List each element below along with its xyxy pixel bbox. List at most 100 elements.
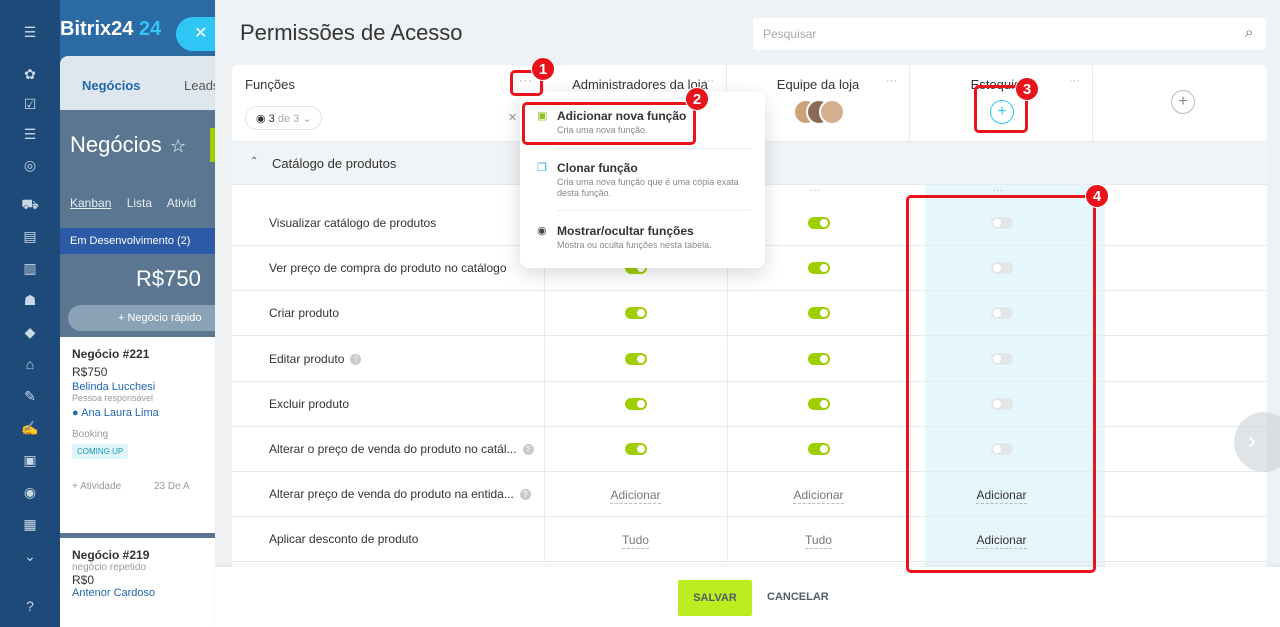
permission-toggle-on[interactable]: [624, 397, 647, 410]
quick-deal-button[interactable]: + Negócio rápido: [68, 305, 220, 331]
tab-negocios[interactable]: Negócios: [82, 78, 141, 93]
permission-value-link[interactable]: Tudo: [544, 533, 727, 550]
permission-label: Ver preço de compra do produto no catálo…: [269, 261, 507, 276]
nav-docs-icon[interactable]: ▣: [20, 450, 40, 470]
role-more-icon[interactable]: ···: [1069, 75, 1080, 87]
nav-team-icon[interactable]: ▦: [20, 514, 40, 534]
copy-icon: ❐: [537, 162, 547, 174]
permission-toggle-on[interactable]: [807, 307, 830, 320]
permission-toggle-on[interactable]: [624, 352, 647, 365]
permission-toggle-on[interactable]: [807, 443, 830, 455]
avatar: [819, 99, 845, 125]
chevron-up-icon[interactable]: ⌃: [250, 156, 258, 167]
view-kanban[interactable]: Kanban: [70, 196, 111, 210]
nav-shop-icon[interactable]: ⛟: [20, 194, 40, 214]
page-title: Permissões de Acesso: [240, 20, 463, 45]
permission-cell: Adicionar: [544, 472, 727, 517]
permission-label: Criar produto: [269, 306, 340, 321]
deal-amount: R$750: [72, 365, 108, 379]
brand-logo: Bitrix24 24: [60, 18, 162, 40]
menu-item-title[interactable]: Mostrar/ocultar funções: [557, 224, 694, 238]
footer-bar: SALVAR CANCELAR: [215, 567, 1280, 627]
annotation-number-3: 3: [1015, 77, 1039, 101]
role-name[interactable]: Equipe da loja: [727, 77, 909, 92]
cancel-button[interactable]: CANCELAR: [767, 591, 829, 603]
close-slider-button[interactable]: ✕: [176, 17, 218, 51]
permission-cell: Tudo: [727, 517, 910, 562]
add-activity-link[interactable]: + Atividade: [72, 481, 121, 492]
deal-card[interactable]: Negócio #221 R$750 Belinda Lucchesi Pess…: [60, 337, 220, 533]
status-badge: COMING UP: [72, 444, 129, 459]
help-icon[interactable]: ?: [522, 444, 534, 455]
nav-sign-icon[interactable]: ✎: [20, 386, 40, 406]
menu-item-description: Cria uma nova função que é uma cópia exa…: [557, 177, 739, 198]
eye-icon: ◉: [537, 225, 547, 237]
table-row: Editar produto?: [232, 336, 1267, 382]
role-members-avatars[interactable]: [793, 99, 845, 125]
nav-bank-icon[interactable]: ⌂: [20, 354, 40, 374]
page-title: Negócios: [70, 132, 162, 157]
permission-cell: Tudo: [544, 517, 727, 562]
permission-value-link[interactable]: Adicionar: [727, 488, 910, 505]
nav-crm-icon[interactable]: ☰: [20, 124, 40, 144]
star-icon[interactable]: ☆: [170, 136, 186, 157]
nav-box-icon[interactable]: ◆: [20, 322, 40, 342]
deal-title[interactable]: Negócio #221: [72, 347, 208, 361]
view-list[interactable]: Lista: [127, 196, 152, 210]
permission-toggle-on[interactable]: [807, 262, 830, 275]
nav-activity-icon[interactable]: ✿: [20, 64, 40, 84]
deal-source: Booking: [72, 429, 109, 440]
nav-edit-icon[interactable]: ✍: [20, 418, 40, 438]
permission-label: Visualizar catálogo de produtos: [269, 216, 437, 230]
search-icon[interactable]: ⌕: [1245, 24, 1253, 41]
menu-icon[interactable]: ☰: [20, 22, 40, 42]
role-more-icon[interactable]: ···: [886, 75, 897, 87]
deal-contact[interactable]: Belinda Lucchesi: [72, 381, 208, 393]
permission-toggle-on[interactable]: [624, 307, 647, 320]
roles-visibility-pill[interactable]: ◉ 3 de 3 ⌄: [245, 106, 322, 130]
menu-item-title[interactable]: Clonar função: [557, 161, 638, 175]
permission-toggle-on[interactable]: [807, 217, 830, 229]
annotation-number-2: 2: [685, 87, 709, 111]
nav-robot-icon[interactable]: ☗: [20, 290, 40, 310]
permission-label: Alterar o preço de venda do produto no c…: [269, 442, 534, 456]
search-input[interactable]: Pesquisar: [753, 18, 1266, 50]
more-icon[interactable]: ···: [810, 185, 820, 196]
deal-title[interactable]: Negócio #219: [72, 548, 208, 562]
collapse-icon[interactable]: ✕: [508, 111, 517, 124]
permission-toggle-on[interactable]: [807, 352, 830, 365]
permission-cell: [727, 337, 910, 382]
annotation-box-2: [522, 102, 696, 145]
permission-cell: [544, 382, 727, 427]
permission-value-link[interactable]: Adicionar: [544, 488, 727, 505]
roles-label: Funções: [245, 77, 295, 92]
responsible-person[interactable]: ● Ana Laura Lima: [72, 407, 208, 419]
permission-cell: [727, 382, 910, 427]
chevron-right-icon: ›: [1248, 427, 1256, 454]
nav-contacts-icon[interactable]: ▤: [20, 226, 40, 246]
permission-toggle-on[interactable]: [807, 397, 830, 410]
nav-tasks-icon[interactable]: ☑: [20, 94, 40, 114]
nav-more-icon[interactable]: ⌄: [20, 546, 40, 566]
help-icon[interactable]: ?: [350, 353, 362, 365]
permission-value-link[interactable]: Tudo: [727, 533, 910, 550]
nav-analytics-icon[interactable]: ▥: [20, 258, 40, 278]
help-icon[interactable]: ?: [519, 489, 531, 501]
permission-label: Excluir produto: [269, 396, 350, 411]
role-more-icon[interactable]: ···: [703, 75, 714, 87]
view-activities[interactable]: Ativid: [167, 196, 196, 210]
save-button[interactable]: SALVAR: [678, 580, 752, 616]
deal-contact[interactable]: Antenor Cardoso: [72, 587, 208, 599]
permission-cell: [727, 427, 910, 472]
annotation-number-4: 4: [1085, 184, 1109, 208]
deal-card[interactable]: Negócio #219 negócio repetido R$0 Anteno…: [60, 538, 220, 627]
table-row: Criar produto: [232, 291, 1267, 337]
nav-circle-icon[interactable]: ◉: [20, 482, 40, 502]
permission-cell: [544, 427, 727, 472]
menu-item-description: Mostra ou oculta funções nesta tabela.: [557, 240, 712, 250]
help-icon[interactable]: ?: [20, 596, 40, 616]
menu-divider: [556, 148, 750, 149]
add-role-column-button[interactable]: +: [1171, 90, 1195, 114]
nav-target-icon[interactable]: ◎: [20, 155, 40, 175]
permission-toggle-on[interactable]: [624, 443, 647, 455]
